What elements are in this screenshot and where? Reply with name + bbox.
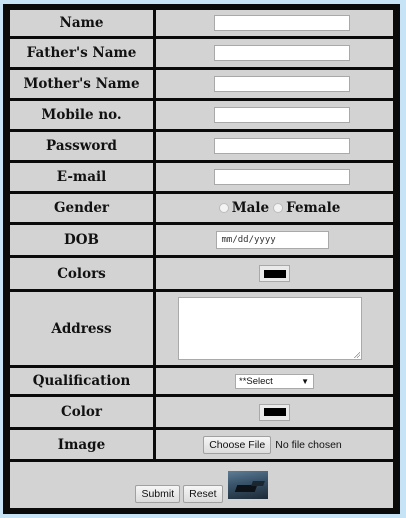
choose-file-button[interactable]: Choose File bbox=[203, 435, 272, 454]
row-father-name: Father's Name bbox=[10, 39, 393, 67]
address-label: Address bbox=[10, 292, 153, 365]
female-label: Female bbox=[286, 200, 341, 216]
color-swatch bbox=[263, 408, 286, 416]
reset-button[interactable]: Reset bbox=[183, 485, 223, 503]
qualification-selected: **Select bbox=[239, 375, 273, 387]
row-dob: DOB mm/dd/yyyy bbox=[10, 225, 393, 255]
email-input[interactable] bbox=[214, 169, 350, 185]
female-radio[interactable] bbox=[273, 203, 284, 213]
qualification-select[interactable]: **Select ▼ bbox=[235, 373, 314, 389]
name-input[interactable] bbox=[214, 15, 350, 31]
color-label: Color bbox=[10, 397, 153, 427]
file-upload: Choose File No file chosen bbox=[203, 435, 342, 454]
father-name-input[interactable] bbox=[214, 45, 350, 61]
mother-name-input[interactable] bbox=[214, 76, 350, 92]
row-gender: Gender Male Female bbox=[10, 194, 393, 222]
submit-button[interactable]: Submit bbox=[135, 485, 181, 503]
male-radio[interactable] bbox=[218, 203, 229, 213]
address-textarea[interactable] bbox=[177, 297, 362, 360]
row-colors: Colors bbox=[10, 258, 393, 289]
father-name-label: Father's Name bbox=[10, 39, 153, 67]
colors-label: Colors bbox=[10, 258, 153, 289]
file-status: No file chosen bbox=[275, 438, 342, 451]
name-label: Name bbox=[10, 10, 153, 36]
row-mobile: Mobile no. bbox=[10, 101, 393, 129]
row-address: Address bbox=[10, 292, 393, 365]
row-actions: Submit Reset bbox=[10, 462, 393, 508]
form-table: Name Father's Name Mother's Name Mobile … bbox=[3, 4, 400, 514]
chevron-down-icon: ▼ bbox=[301, 376, 309, 386]
image-thumbnail bbox=[227, 471, 268, 499]
mobile-label: Mobile no. bbox=[10, 101, 153, 129]
gender-options: Male Female bbox=[218, 200, 341, 216]
mother-name-label: Mother's Name bbox=[10, 70, 153, 98]
gender-label: Gender bbox=[10, 194, 153, 222]
mobile-input[interactable] bbox=[214, 107, 350, 123]
email-label: E-mail bbox=[10, 163, 153, 191]
male-label: Male bbox=[231, 200, 270, 216]
dob-label: DOB bbox=[10, 225, 153, 255]
image-label: Image bbox=[10, 430, 153, 459]
password-input[interactable] bbox=[214, 138, 350, 154]
dob-input[interactable]: mm/dd/yyyy bbox=[215, 231, 329, 249]
row-qualification: Qualification **Select ▼ bbox=[10, 368, 393, 394]
row-image: Image Choose File No file chosen bbox=[10, 430, 393, 459]
colors-swatch bbox=[263, 269, 286, 278]
resize-grip-icon[interactable] bbox=[352, 351, 360, 358]
qualification-label: Qualification bbox=[10, 368, 153, 394]
row-mother-name: Mother's Name bbox=[10, 70, 393, 98]
row-color: Color bbox=[10, 397, 393, 427]
color-picker[interactable] bbox=[259, 403, 290, 421]
row-name: Name bbox=[10, 10, 393, 36]
colors-picker[interactable] bbox=[259, 265, 290, 282]
row-password: Password bbox=[10, 132, 393, 160]
password-label: Password bbox=[10, 132, 153, 160]
row-email: E-mail bbox=[10, 163, 393, 191]
